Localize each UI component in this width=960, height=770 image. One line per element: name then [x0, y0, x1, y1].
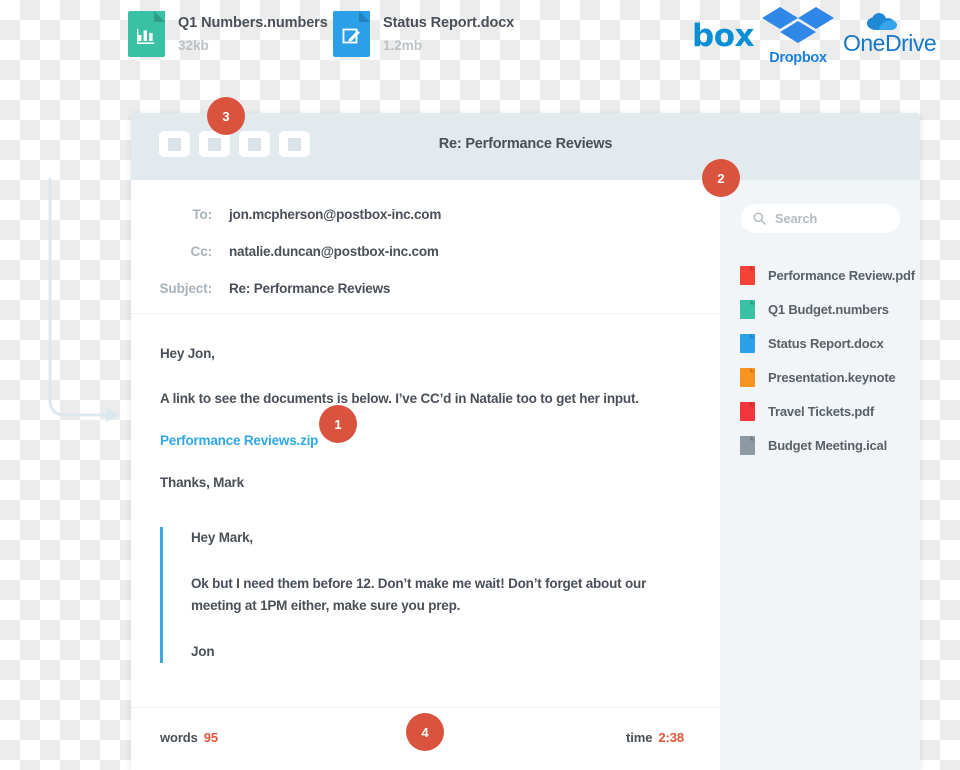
zip-link-row: Performance Reviews.zip [160, 433, 680, 448]
cc-field-label: Cc: [190, 244, 213, 259]
cc-field-row[interactable]: Cc: natalie.duncan@postbox-inc.com [131, 244, 720, 259]
compose-pane: To: jon.mcpherson@postbox-inc.com Cc: na… [131, 180, 720, 770]
email-header-fields: To: jon.mcpherson@postbox-inc.com Cc: na… [131, 180, 720, 314]
time-value: 2:38 [658, 730, 684, 745]
callout-badge-1: 1 [319, 405, 357, 443]
attachment-size: 1.2mb [383, 38, 423, 54]
list-item-label: Presentation.keynote [768, 369, 896, 385]
docx-file-icon [333, 11, 370, 57]
attachment-item[interactable]: Q1 Numbers.numbers 32kb [128, 11, 328, 57]
list-item[interactable]: Travel Tickets.pdf [720, 394, 920, 428]
numbers-file-icon [740, 299, 755, 319]
docx-file-icon [740, 333, 755, 353]
subject-field-value: Re: Performance Reviews [229, 281, 391, 296]
callout-badge-4: 4 [406, 713, 444, 751]
dropbox-mark [762, 7, 834, 43]
callout-badge-3: 3 [207, 97, 245, 135]
subject-field-row[interactable]: Subject: Re: Performance Reviews [131, 281, 720, 296]
keynote-file-icon [740, 367, 755, 387]
file-list: Performance Review.pdf Q1 Budget.numbers… [720, 258, 920, 462]
word-count-value: 95 [203, 730, 219, 745]
attachment-name: Status Report.docx [383, 15, 515, 32]
to-field-value: jon.mcpherson@postbox-inc.com [229, 207, 442, 222]
box-logo-text: box [692, 18, 754, 54]
search-placeholder: Search [775, 211, 818, 226]
list-item[interactable]: Q1 Budget.numbers [720, 292, 920, 326]
callout-badge-2: 2 [702, 159, 740, 197]
message-body[interactable]: Hey Jon, A link to see the documents is … [131, 314, 720, 708]
box-logo[interactable]: box [692, 21, 754, 52]
pdf-file-icon [740, 401, 755, 421]
cc-field-value: natalie.duncan@postbox-inc.com [229, 244, 439, 259]
list-item[interactable]: Status Report.docx [720, 326, 920, 360]
time-label: time [626, 730, 653, 745]
mail-compose-window: Re: Performance Reviews To: jon.mcpherso… [131, 113, 920, 770]
list-item-label: Travel Tickets.pdf [768, 403, 874, 419]
window-body: To: jon.mcpherson@postbox-inc.com Cc: na… [131, 180, 920, 770]
list-item[interactable]: Budget Meeting.ical [720, 428, 920, 462]
attachment-name: Q1 Numbers.numbers [178, 15, 328, 32]
onedrive-logo[interactable]: OneDrive [843, 12, 937, 56]
quoted-greeting: Hey Mark, [191, 529, 253, 545]
ical-file-icon [740, 435, 755, 455]
files-sidebar: Search Performance Review.pdf Q1 Budget.… [720, 180, 920, 770]
subject-field-label: Subject: [159, 281, 213, 296]
body-paragraph: A link to see the documents is below. I’… [160, 390, 639, 406]
attachment-zip-link[interactable]: Performance Reviews.zip [160, 433, 318, 448]
attachment-item[interactable]: Status Report.docx 1.2mb [333, 11, 514, 57]
word-count: words 95 [160, 730, 218, 745]
time-counter: time 2:38 [626, 730, 684, 745]
quoted-message-block: Hey Mark, Ok but I need them before 12. … [160, 526, 680, 664]
pdf-file-icon [740, 265, 755, 285]
list-item-label: Performance Review.pdf [768, 267, 915, 283]
list-item[interactable]: Performance Review.pdf [720, 258, 920, 292]
pointer-arrow-icon [48, 178, 120, 422]
numbers-file-icon [128, 11, 165, 57]
dropbox-logo[interactable]: Dropbox [762, 4, 834, 66]
word-count-label: words [160, 730, 198, 745]
list-item[interactable]: Presentation.keynote [720, 360, 920, 394]
window-toolbar: Re: Performance Reviews [131, 113, 920, 180]
onedrive-logo-text: OneDrive [843, 30, 937, 56]
attachments-bar: Q1 Numbers.numbers 32kb Status Report.do… [0, 0, 960, 72]
to-field-label: To: [192, 207, 212, 222]
body-greeting: Hey Jon, [160, 346, 215, 361]
quoted-signature: Jon [191, 644, 215, 660]
body-signoff: Thanks, Mark [160, 475, 244, 491]
attachment-size: 32kb [178, 38, 209, 54]
search-input[interactable]: Search [741, 204, 900, 233]
dropbox-logo-text: Dropbox [769, 50, 827, 66]
search-icon [753, 212, 766, 225]
quoted-paragraph: Ok but I need them before 12. Don’t make… [191, 576, 647, 613]
cloud-icon [866, 13, 897, 31]
list-item-label: Budget Meeting.ical [768, 437, 887, 453]
to-field-row[interactable]: To: jon.mcpherson@postbox-inc.com [131, 207, 720, 222]
list-item-label: Status Report.docx [768, 335, 884, 351]
window-title: Re: Performance Reviews [438, 136, 613, 152]
list-item-label: Q1 Budget.numbers [768, 301, 889, 317]
